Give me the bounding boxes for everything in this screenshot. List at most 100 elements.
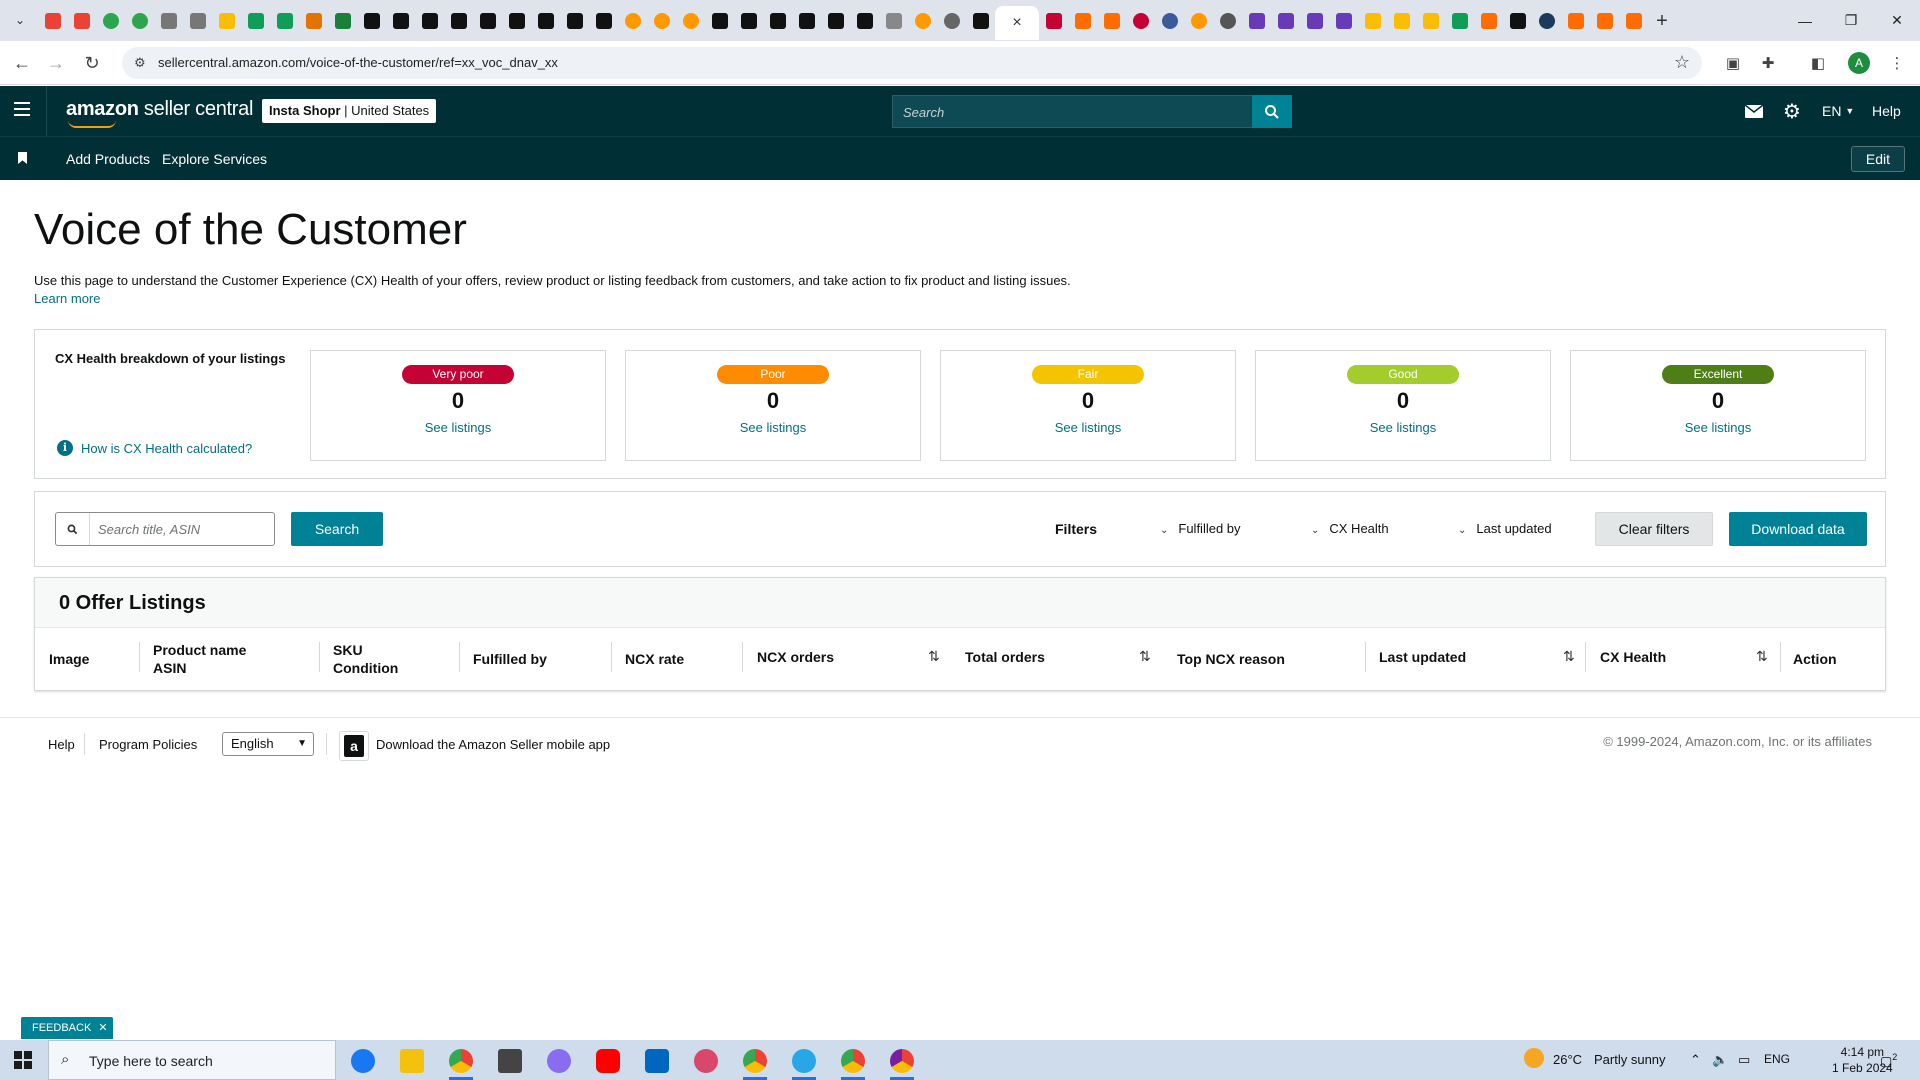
tab[interactable] [125,6,154,36]
nav-add-products[interactable]: Add Products [66,151,150,167]
windows-start-icon[interactable] [14,1051,32,1069]
col-cx-health[interactable]: CX Health [1600,648,1666,666]
tab[interactable] [241,6,270,36]
tab[interactable] [763,6,792,36]
speaker-icon[interactable]: 🔈 [1712,1052,1728,1068]
tab[interactable] [1503,6,1532,36]
see-listings-link[interactable]: See listings [626,420,920,435]
tab[interactable] [1387,6,1416,36]
language-selector[interactable]: EN ▼ [1822,100,1854,122]
tab[interactable] [386,6,415,36]
restore-icon[interactable]: ❐ [1828,0,1874,41]
tab[interactable] [560,6,589,36]
tab[interactable] [1039,6,1068,36]
reload-icon[interactable]: ↻ [80,51,104,75]
url-text[interactable]: sellercentral.amazon.com/voice-of-the-cu… [158,55,558,70]
header-search-input[interactable]: Search [892,95,1292,128]
tab[interactable] [1068,6,1097,36]
tab[interactable] [1474,6,1503,36]
tab[interactable] [1561,6,1590,36]
tab[interactable] [1242,6,1271,36]
tab[interactable] [676,6,705,36]
copilot-icon[interactable] [539,1045,579,1077]
footer-help-link[interactable]: Help [48,737,75,752]
cx-health-calc-link[interactable]: i How is CX Health calculated? [57,440,252,456]
filter-cx-health[interactable]: ⌄ CX Health [1311,521,1389,536]
nav-explore-services[interactable]: Explore Services [162,151,267,167]
seller-central-logo[interactable]: amazon seller central [66,98,253,128]
sort-icon[interactable]: ⇅ [928,648,940,665]
see-listings-link[interactable]: See listings [1256,420,1550,435]
tab[interactable] [357,6,386,36]
minimize-icon[interactable]: — [1782,0,1828,41]
filter-last-updated[interactable]: ⌄ Last updated [1458,521,1552,536]
sort-icon[interactable]: ⇅ [1563,648,1575,665]
col-sku[interactable]: SKU Condition [333,641,398,677]
tab[interactable] [734,6,763,36]
tab[interactable] [1358,6,1387,36]
tab[interactable] [937,6,966,36]
tab[interactable] [618,6,647,36]
clear-filters-button[interactable]: Clear filters [1595,512,1713,546]
tab[interactable] [850,6,879,36]
calculator-icon[interactable] [490,1045,530,1077]
edit-nav-button[interactable]: Edit [1850,146,1905,172]
download-data-button[interactable]: Download data [1729,512,1867,546]
feedback-button[interactable]: FEEDBACK ✕ [21,1017,113,1039]
notifications-icon[interactable]: ▢2 [1880,1052,1897,1069]
close-icon[interactable]: ✕ [98,1022,107,1034]
tab[interactable] [270,6,299,36]
tab[interactable] [1126,6,1155,36]
snipping-tool-icon[interactable] [686,1045,726,1077]
weather-temp[interactable]: 26°C [1553,1052,1582,1067]
tab[interactable] [67,6,96,36]
filter-fulfilled-by[interactable]: ⌄ Fulfilled by [1160,521,1241,536]
profile-avatar[interactable]: A [1848,52,1870,74]
youtube-icon[interactable] [588,1045,628,1077]
tab[interactable] [1213,6,1242,36]
back-icon[interactable]: ← [10,51,34,75]
side-panel-icon[interactable]: ◧ [1806,51,1830,75]
tab[interactable] [38,6,67,36]
address-bar[interactable]: ⚙ sellercentral.amazon.com/voice-of-the-… [122,47,1702,79]
sort-icon[interactable]: ⇅ [1139,648,1151,665]
tab[interactable] [966,6,995,36]
footer-language-select[interactable]: English ▼ [222,732,314,756]
tab[interactable] [647,6,676,36]
tab[interactable] [1416,6,1445,36]
tab[interactable] [1590,6,1619,36]
show-hidden-icons-chevron-icon[interactable]: ⌃ [1690,1052,1701,1068]
tab[interactable] [212,6,241,36]
chrome-profile-icon[interactable] [882,1045,922,1080]
tab[interactable] [444,6,473,36]
tab[interactable] [183,6,212,36]
tab[interactable] [1445,6,1474,36]
tab[interactable] [821,6,850,36]
tab[interactable] [879,6,908,36]
listing-search-input[interactable]: Search title, ASIN [55,512,275,546]
tab[interactable] [589,6,618,36]
header-search-button[interactable] [1252,95,1292,128]
settings-gear-icon[interactable]: ⚙ [1783,100,1801,123]
header-help-link[interactable]: Help [1872,100,1901,122]
extension-icon[interactable]: ▣ [1721,51,1745,75]
tab[interactable] [792,6,821,36]
bookmark-star-icon[interactable]: ☆ [1674,52,1690,73]
bookmark-icon[interactable] [18,152,27,164]
see-listings-link[interactable]: See listings [1571,420,1865,435]
tab[interactable] [705,6,734,36]
tab[interactable] [96,6,125,36]
col-product-name[interactable]: Product name ASIN [153,641,246,677]
store-switcher[interactable]: Insta Shopr | United States [262,99,437,123]
amazon-app-icon[interactable]: a [339,731,369,761]
telegram-icon[interactable] [784,1045,824,1080]
tab-close-icon[interactable]: × [1012,14,1021,32]
tab[interactable] [473,6,502,36]
footer-program-policies-link[interactable]: Program Policies [99,737,197,752]
active-tab[interactable]: × [995,6,1039,40]
learn-more-link[interactable]: Learn more [34,291,100,306]
tab[interactable] [1300,6,1329,36]
mail-icon[interactable] [1745,100,1763,122]
facebook-icon[interactable] [343,1045,383,1077]
col-ncx-orders[interactable]: NCX orders [757,648,834,666]
